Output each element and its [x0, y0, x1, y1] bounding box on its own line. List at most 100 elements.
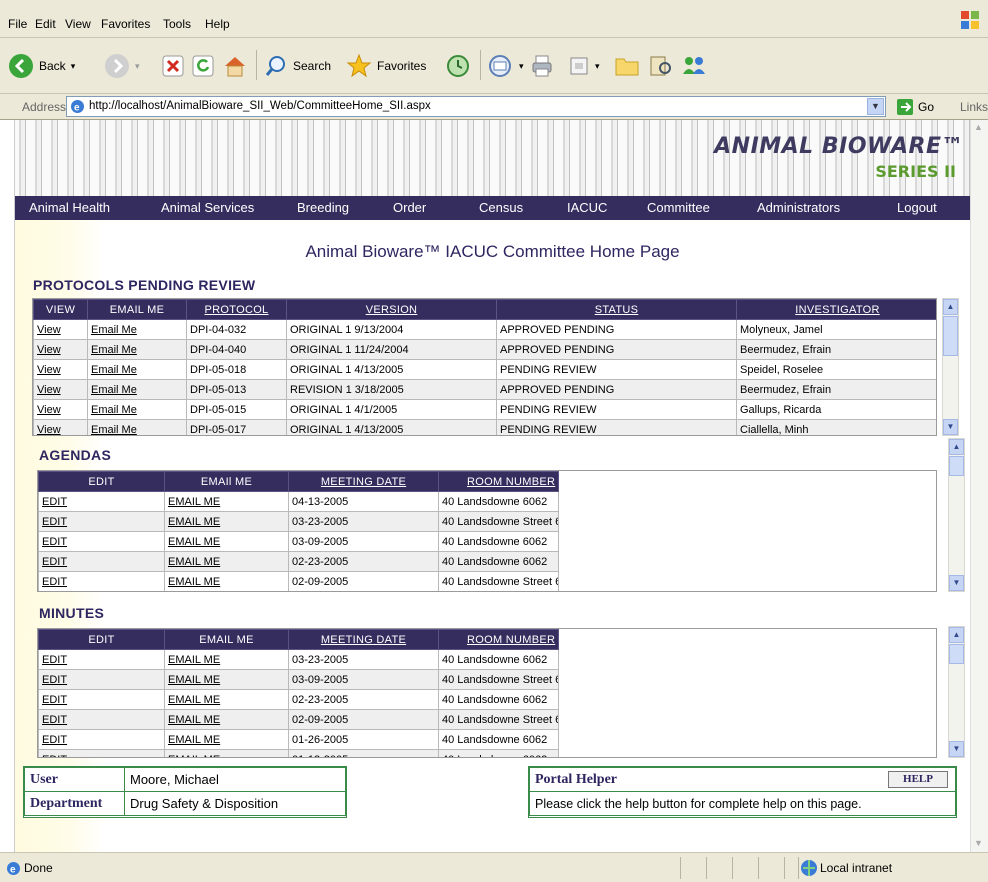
col-room-number[interactable]: ROOM NUMBER [438, 629, 559, 650]
nav-iacuc[interactable]: IACUC [567, 200, 607, 215]
row-link[interactable]: View [33, 319, 88, 340]
row-link[interactable]: View [33, 419, 88, 435]
row-link[interactable]: EDIT [38, 649, 165, 670]
menu-help[interactable]: Help [205, 17, 230, 31]
page-scrollbar[interactable]: ▲ ▼ [970, 120, 988, 852]
row-link[interactable]: View [33, 359, 88, 380]
protocols-scrollbar[interactable]: ▲ ▼ [942, 298, 959, 436]
col-protocol[interactable]: PROTOCOL [186, 299, 287, 320]
row-link[interactable]: EDIT [38, 571, 165, 591]
col-status[interactable]: STATUS [496, 299, 737, 320]
edit-page-button[interactable]: ▾ [568, 48, 600, 84]
col-version[interactable]: VERSION [286, 299, 497, 320]
row-link[interactable]: EDIT [38, 511, 165, 532]
home-button[interactable] [222, 48, 248, 84]
row-link[interactable]: Email Me [87, 419, 187, 435]
url-input[interactable]: e http://localhost/AnimalBioware_SII_Web… [66, 96, 886, 117]
help-button[interactable]: HELP [888, 771, 948, 788]
scroll-up-icon[interactable]: ▲ [949, 439, 964, 455]
row-link[interactable]: EMAIL ME [164, 531, 289, 552]
row-link[interactable]: View [33, 399, 88, 420]
row-link[interactable]: Email Me [87, 319, 187, 340]
row-link[interactable]: Email Me [87, 399, 187, 420]
nav-census[interactable]: Census [479, 200, 523, 215]
nav-animal-health[interactable]: Animal Health [29, 200, 110, 215]
row-link[interactable]: Email Me [87, 339, 187, 360]
table-cell: REVISION 1 3/18/2005 [286, 379, 497, 400]
menu-edit[interactable]: Edit [35, 17, 56, 31]
scroll-up-icon[interactable]: ▲ [949, 627, 964, 643]
agendas-scrollbar[interactable]: ▲ ▼ [948, 438, 965, 592]
protocols-grid: VIEW EMAIL ME PROTOCOL VERSION STATUS IN… [32, 298, 937, 436]
stop-button[interactable] [162, 48, 184, 84]
scroll-down-icon[interactable]: ▼ [943, 419, 958, 435]
scroll-down-icon[interactable]: ▼ [949, 741, 964, 757]
row-link[interactable]: EMAIL ME [164, 551, 289, 572]
links-button[interactable]: Links [960, 100, 988, 114]
nav-breeding[interactable]: Breeding [297, 200, 349, 215]
col-room-number[interactable]: ROOM NUMBER [438, 471, 559, 492]
history-button[interactable] [446, 48, 470, 84]
nav-committee[interactable]: Committee [647, 200, 710, 215]
table-row: View Email Me DPI-05-018 ORIGINAL 1 4/13/20… [33, 359, 936, 380]
row-link[interactable]: EDIT [38, 689, 165, 710]
row-link[interactable]: EDIT [38, 491, 165, 512]
row-link[interactable]: Email Me [87, 359, 187, 380]
row-link[interactable]: EDIT [38, 669, 165, 690]
row-link[interactable]: EDIT [38, 709, 165, 730]
row-link[interactable]: EMAIL ME [164, 649, 289, 670]
row-link[interactable]: EDIT [38, 531, 165, 552]
row-link[interactable]: EMAIL ME [164, 689, 289, 710]
discuss-button[interactable] [614, 48, 640, 84]
menu-favorites[interactable]: Favorites [101, 17, 150, 31]
row-link[interactable]: Email Me [87, 379, 187, 400]
nav-order[interactable]: Order [393, 200, 426, 215]
scroll-down-icon[interactable]: ▼ [974, 838, 983, 848]
menu-tools[interactable]: Tools [163, 17, 191, 31]
refresh-button[interactable] [192, 48, 214, 84]
nav-logout[interactable]: Logout [897, 200, 937, 215]
research-button[interactable] [648, 48, 674, 84]
col-meeting-date[interactable]: MEETING DATE [288, 629, 439, 650]
scroll-thumb[interactable] [943, 316, 958, 356]
row-link[interactable]: EMAIL ME [164, 511, 289, 532]
row-link[interactable]: View [33, 379, 88, 400]
go-button[interactable]: Go [896, 98, 934, 116]
row-link[interactable]: EMAIL ME [164, 709, 289, 730]
messenger-button[interactable] [680, 48, 708, 84]
row-link[interactable]: EMAIL ME [164, 571, 289, 591]
col-investigator[interactable]: INVESTIGATOR [736, 299, 936, 320]
favorites-button[interactable]: Favorites [346, 48, 426, 84]
row-link[interactable]: EMAIL ME [164, 669, 289, 690]
row-link[interactable]: EDIT [38, 729, 165, 750]
mail-button[interactable]: ▾ [488, 48, 524, 84]
minutes-scrollbar[interactable]: ▲ ▼ [948, 626, 965, 758]
col-meeting-date[interactable]: MEETING DATE [288, 471, 439, 492]
row-link[interactable]: EDIT [38, 749, 165, 757]
scroll-down-icon[interactable]: ▼ [949, 575, 964, 591]
url-dropdown-icon[interactable]: ▼ [867, 98, 884, 115]
back-button[interactable]: Back ▾ [8, 48, 75, 84]
header-banner: ANIMAL BIOWARE™ SERIES II [15, 120, 970, 196]
scroll-thumb[interactable] [949, 644, 964, 664]
nav-administrators[interactable]: Administrators [757, 200, 840, 215]
table-cell: ORIGINAL 1 4/13/2005 [286, 359, 497, 380]
menu-file[interactable]: File [8, 17, 27, 31]
forward-button[interactable]: ▾ [104, 48, 140, 84]
scroll-up-icon[interactable]: ▲ [974, 122, 983, 132]
scroll-thumb[interactable] [949, 456, 964, 476]
table-row: View Email Me DPI-05-013 REVISION 1 3/18/20… [33, 379, 936, 400]
row-link[interactable]: EMAIL ME [164, 491, 289, 512]
col-edit: EDIT [38, 629, 165, 650]
row-link[interactable]: EMAIL ME [164, 729, 289, 750]
row-link[interactable]: EDIT [38, 551, 165, 572]
scroll-up-icon[interactable]: ▲ [943, 299, 958, 315]
print-button[interactable] [530, 48, 554, 84]
row-link[interactable]: View [33, 339, 88, 360]
search-button[interactable]: Search [264, 48, 331, 84]
nav-animal-services[interactable]: Animal Services [161, 200, 254, 215]
svg-text:e: e [10, 865, 16, 876]
row-link[interactable]: EMAIL ME [164, 749, 289, 757]
agendas-body: EDIT EMAIL ME 04-13-2005 40 Landsdowne 6062… [38, 491, 559, 591]
menu-view[interactable]: View [65, 17, 91, 31]
